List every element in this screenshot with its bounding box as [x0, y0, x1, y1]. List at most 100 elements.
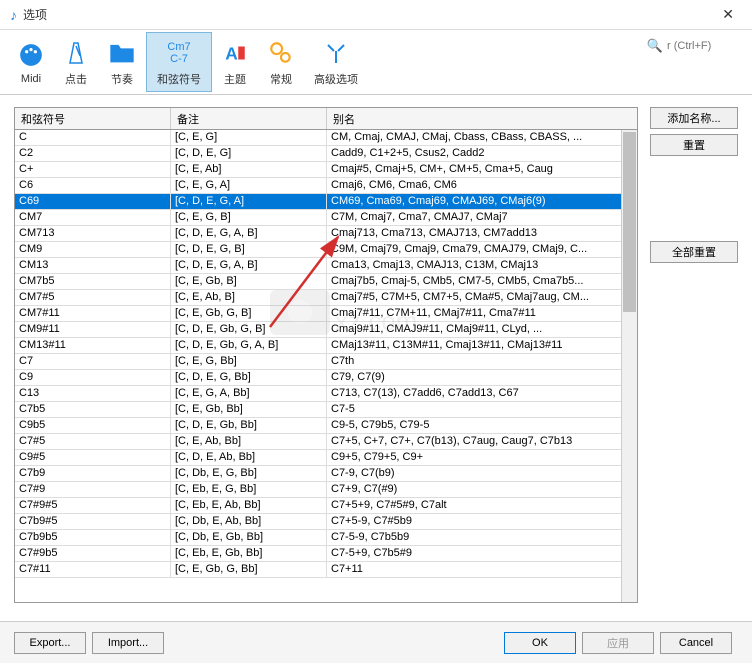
cell-alias: C7+5+9, C7#5#9, C7alt	[327, 498, 637, 513]
reset-all-button[interactable]: 全部重置	[650, 241, 738, 263]
col-alias[interactable]: 别名	[327, 108, 637, 129]
bottom-bar: Export... Import... OK 应用 Cancel	[0, 621, 752, 663]
chord-text-icon: Cm7 C-7	[167, 37, 190, 69]
cell-alias: Cmaj#5, Cmaj+5, CM+, CM+5, Cma+5, Caug	[327, 162, 637, 177]
add-name-button[interactable]: 添加名称...	[650, 107, 738, 129]
table-row[interactable]: C7#9[C, Eb, E, G, Bb]C7+9, C7(#9)	[15, 482, 637, 498]
table-row[interactable]: C9[C, D, E, G, Bb]C79, C7(9)	[15, 370, 637, 386]
cell-symbol: C9#5	[15, 450, 171, 465]
col-notes[interactable]: 备注	[171, 108, 327, 129]
tab-chord-symbol[interactable]: Cm7 C-7 和弦符号	[146, 32, 212, 92]
cell-symbol: C7b5	[15, 402, 171, 417]
cell-symbol: CM7	[15, 210, 171, 225]
cancel-button[interactable]: Cancel	[660, 632, 732, 654]
cell-alias: C7M, Cmaj7, Cma7, CMAJ7, CMaj7	[327, 210, 637, 225]
cell-alias: CM69, Cma69, Cmaj69, CMAJ69, CMaj6(9)	[327, 194, 637, 209]
cell-symbol: C13	[15, 386, 171, 401]
cell-notes: [C, D, E, G, A, B]	[171, 258, 327, 273]
cell-symbol: CM7#5	[15, 290, 171, 305]
table-row[interactable]: C7b9b5[C, Db, E, Gb, Bb]C7-5-9, C7b5b9	[15, 530, 637, 546]
cell-alias: CMaj13#11, C13M#11, Cmaj13#11, CMaj13#11	[327, 338, 637, 353]
table-row[interactable]: C13[C, E, G, A, Bb]C713, C7(13), C7add6,…	[15, 386, 637, 402]
cell-alias: C7-5-9, C7b5b9	[327, 530, 637, 545]
chord-table: 和弦符号 备注 别名 C[C, E, G]CM, Cmaj, CMAJ, CMa…	[14, 107, 638, 603]
table-row[interactable]: C7b9[C, Db, E, G, Bb]C7-9, C7(b9)	[15, 466, 637, 482]
cell-alias: C7th	[327, 354, 637, 369]
folder-icon	[108, 37, 136, 69]
table-row[interactable]: C7[C, E, G, Bb]C7th	[15, 354, 637, 370]
table-row[interactable]: C7#9b5[C, Eb, E, Gb, Bb]C7-5+9, C7b5#9	[15, 546, 637, 562]
cell-symbol: C69	[15, 194, 171, 209]
cell-notes: [C, E, G, B]	[171, 210, 327, 225]
cell-alias: Cadd9, C1+2+5, Csus2, Cadd2	[327, 146, 637, 161]
table-row[interactable]: CM7#11[C, E, Gb, G, B]Cmaj7#11, C7M+11, …	[15, 306, 637, 322]
ok-button[interactable]: OK	[504, 632, 576, 654]
table-row[interactable]: CM7[C, E, G, B]C7M, Cmaj7, Cma7, CMAJ7, …	[15, 210, 637, 226]
reset-button[interactable]: 重置	[650, 134, 738, 156]
cell-alias: Cma13, Cmaj13, CMAJ13, C13M, CMaj13	[327, 258, 637, 273]
cell-symbol: C7#11	[15, 562, 171, 577]
table-row[interactable]: C7b9#5[C, Db, E, Ab, Bb]C7+5-9, C7#5b9	[15, 514, 637, 530]
tab-advanced[interactable]: 高级选项	[304, 32, 368, 92]
search-box: 🔍	[647, 38, 742, 54]
cell-alias: C9M, Cmaj79, Cmaj9, Cma79, CMAJ79, CMaj9…	[327, 242, 637, 257]
cell-symbol: C2	[15, 146, 171, 161]
table-row[interactable]: C7#5[C, E, Ab, Bb]C7+5, C+7, C7+, C7(b13…	[15, 434, 637, 450]
cell-symbol: CM713	[15, 226, 171, 241]
cell-notes: [C, Eb, E, Gb, Bb]	[171, 546, 327, 561]
table-row[interactable]: CM7#5[C, E, Ab, B]Cmaj7#5, C7M+5, CM7+5,…	[15, 290, 637, 306]
apply-button[interactable]: 应用	[582, 632, 654, 654]
cell-notes: [C, D, E, G, A]	[171, 194, 327, 209]
gears-icon	[268, 37, 294, 69]
tab-midi[interactable]: Midi	[8, 32, 54, 92]
table-row[interactable]: C7#9#5[C, Eb, E, Ab, Bb]C7+5+9, C7#5#9, …	[15, 498, 637, 514]
cell-notes: [C, E, Gb, B]	[171, 274, 327, 289]
search-input[interactable]	[667, 40, 742, 52]
tab-theme[interactable]: A 主题	[212, 32, 258, 92]
table-row[interactable]: CM13[C, D, E, G, A, B]Cma13, Cmaj13, CMA…	[15, 258, 637, 274]
cell-symbol: C7	[15, 354, 171, 369]
col-symbol[interactable]: 和弦符号	[15, 108, 171, 129]
cell-alias: Cmaj713, Cma713, CMAJ713, CM7add13	[327, 226, 637, 241]
cell-symbol: C9b5	[15, 418, 171, 433]
tab-general[interactable]: 常规	[258, 32, 304, 92]
close-icon[interactable]: ✕	[714, 6, 742, 23]
cell-alias: Cmaj9#11, CMAJ9#11, CMaj9#11, CLyd, ...	[327, 322, 637, 337]
cell-alias: C713, C7(13), C7add6, C7add13, C67	[327, 386, 637, 401]
table-row[interactable]: C2[C, D, E, G]Cadd9, C1+2+5, Csus2, Cadd…	[15, 146, 637, 162]
cell-notes: [C, E, Ab, Bb]	[171, 434, 327, 449]
cell-notes: [C, D, E, G, B]	[171, 242, 327, 257]
table-row[interactable]: CM7b5[C, E, Gb, B]Cmaj7b5, Cmaj-5, CMb5,…	[15, 274, 637, 290]
table-body: C[C, E, G]CM, Cmaj, CMAJ, CMaj, Cbass, C…	[15, 130, 637, 603]
tab-click[interactable]: 点击	[54, 32, 98, 92]
cell-symbol: C6	[15, 178, 171, 193]
table-row[interactable]: C9#5[C, D, E, Ab, Bb]C9+5, C79+5, C9+	[15, 450, 637, 466]
export-button[interactable]: Export...	[14, 632, 86, 654]
table-row[interactable]: C9b5[C, D, E, Gb, Bb]C9-5, C79b5, C79-5	[15, 418, 637, 434]
table-row[interactable]: C+[C, E, Ab]Cmaj#5, Cmaj+5, CM+, CM+5, C…	[15, 162, 637, 178]
table-row[interactable]: CM9[C, D, E, G, B]C9M, Cmaj79, Cmaj9, Cm…	[15, 242, 637, 258]
table-row[interactable]: C6[C, E, G, A]Cmaj6, CM6, Cma6, CM6	[15, 178, 637, 194]
cell-symbol: CM13	[15, 258, 171, 273]
cell-notes: [C, D, E, G, Bb]	[171, 370, 327, 385]
cell-alias: C7-5	[327, 402, 637, 417]
table-row[interactable]: C7#11[C, E, Gb, G, Bb]C7+11	[15, 562, 637, 578]
scrollbar-thumb[interactable]	[623, 132, 636, 312]
cell-symbol: C+	[15, 162, 171, 177]
import-button[interactable]: Import...	[92, 632, 164, 654]
table-row[interactable]: C7b5[C, E, Gb, Bb]C7-5	[15, 402, 637, 418]
tab-rhythm[interactable]: 节奏	[98, 32, 146, 92]
table-row[interactable]: CM13#11[C, D, E, Gb, G, A, B]CMaj13#11, …	[15, 338, 637, 354]
cell-symbol: CM9#11	[15, 322, 171, 337]
cell-symbol: C	[15, 130, 171, 145]
table-row[interactable]: C69[C, D, E, G, A]CM69, Cma69, Cmaj69, C…	[15, 194, 637, 210]
app-icon: ♪	[10, 7, 17, 23]
scrollbar[interactable]	[621, 130, 637, 602]
cell-symbol: C7b9	[15, 466, 171, 481]
cell-alias: C7-5+9, C7b5#9	[327, 546, 637, 561]
cell-alias: Cmaj7#5, C7M+5, CM7+5, CMa#5, CMaj7aug, …	[327, 290, 637, 305]
cell-alias: C7+11	[327, 562, 637, 577]
table-row[interactable]: CM713[C, D, E, G, A, B]Cmaj713, Cma713, …	[15, 226, 637, 242]
table-row[interactable]: C[C, E, G]CM, Cmaj, CMAJ, CMaj, Cbass, C…	[15, 130, 637, 146]
table-row[interactable]: CM9#11[C, D, E, Gb, G, B]Cmaj9#11, CMAJ9…	[15, 322, 637, 338]
